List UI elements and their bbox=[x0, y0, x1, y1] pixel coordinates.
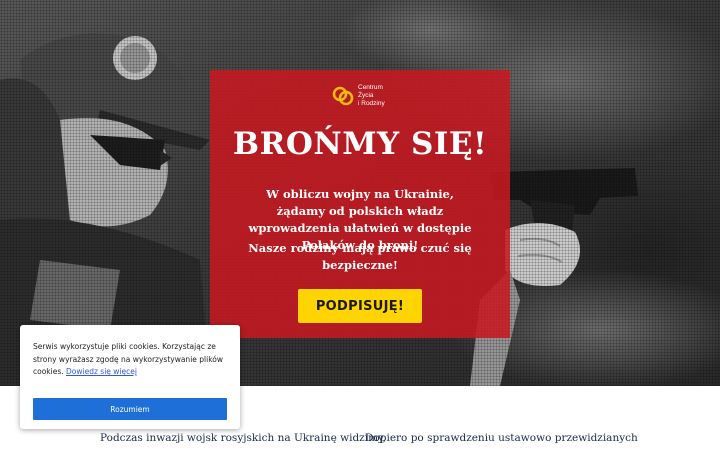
brand-name: Centrum Życia i Rodziny bbox=[358, 84, 385, 108]
brand-line-1: Centrum bbox=[358, 84, 383, 91]
petition-panel: Centrum Życia i Rodziny BROŃMY SIĘ! W ob… bbox=[210, 70, 510, 338]
brand-line-2: Życia bbox=[358, 92, 374, 99]
article-intro: Podczas inwazji wojsk rosyjskich na Ukra… bbox=[0, 432, 720, 448]
article-left-column-text: Podczas inwazji wojsk rosyjskich na Ukra… bbox=[100, 432, 386, 444]
cookie-learn-more-link[interactable]: Dowiedz się więcej bbox=[66, 367, 137, 376]
article-right-column-text: Dopiero po sprawdzeniu ustawowo przewidz… bbox=[365, 432, 638, 444]
petition-safety-text: Nasze rodziny mają prawo czuć się bezpie… bbox=[248, 241, 472, 272]
cookie-consent-popup: Serwis wykorzystuje pliki cookies. Korzy… bbox=[20, 325, 240, 429]
brand-line-3: i Rodziny bbox=[358, 100, 385, 107]
brand[interactable]: Centrum Życia i Rodziny bbox=[332, 84, 385, 108]
linked-rings-logo-icon bbox=[332, 86, 354, 106]
cookie-message: Serwis wykorzystuje pliki cookies. Korzy… bbox=[33, 341, 233, 379]
petition-title: BROŃMY SIĘ! bbox=[232, 126, 488, 162]
sign-petition-button[interactable]: PODPISUJĘ! bbox=[298, 289, 422, 323]
cookie-accept-button[interactable]: Rozumiem bbox=[33, 398, 227, 420]
